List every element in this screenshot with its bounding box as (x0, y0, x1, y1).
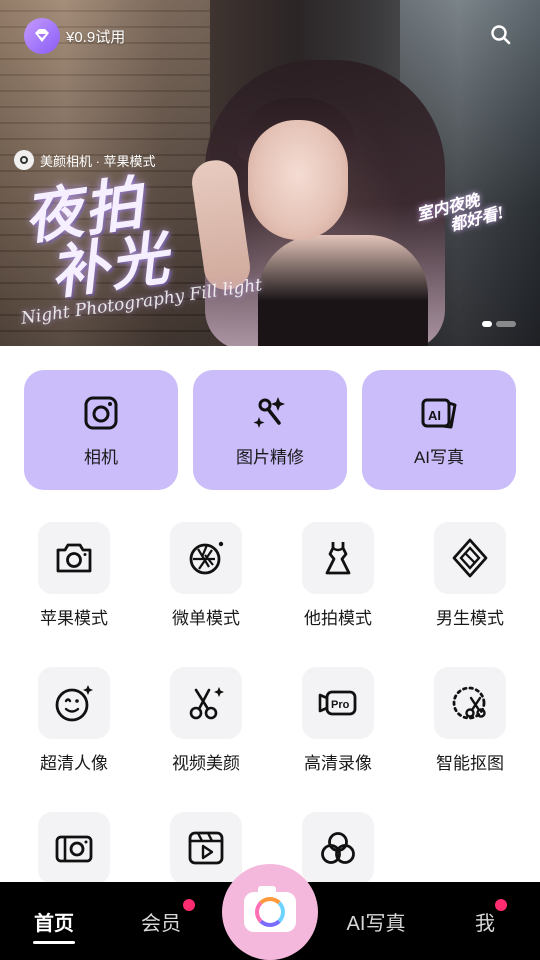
camera-card[interactable]: 相机 (24, 370, 178, 490)
retro-camera-icon (55, 835, 93, 863)
grid-tile: Pro (302, 667, 374, 739)
grid-tile (170, 812, 242, 884)
grid-tile (170, 667, 242, 739)
grid-tile (302, 812, 374, 884)
search-button[interactable] (490, 24, 512, 46)
tab-me-label: 我 (475, 912, 495, 935)
tab-active-indicator (33, 941, 75, 944)
camera-card-label: 相机 (84, 447, 118, 467)
grid-tile (38, 522, 110, 594)
camera-icon (84, 396, 118, 429)
retouch-card[interactable]: 图片精修 (193, 370, 347, 490)
banner-mode-tag: 美颜相机 · 苹果模式 (14, 149, 156, 171)
dress-icon (325, 542, 351, 575)
tab-home-label: 首页 (34, 912, 74, 935)
grid-tile (302, 522, 374, 594)
grid-tile (170, 522, 242, 594)
tab-ai-portrait-label: AI写真 (346, 912, 406, 935)
grid-item-label: 他拍模式 (304, 609, 372, 628)
grid-item-mirrorless-mode[interactable]: 微单模式 (156, 522, 256, 629)
grid-tile (38, 667, 110, 739)
tab-membership-label: 会员 (141, 912, 181, 935)
diamond-icon (452, 538, 488, 578)
ai-portrait-card[interactable]: AI AI写真 (362, 370, 516, 490)
banner-model-face (248, 120, 348, 240)
camera-lens-ring (255, 897, 285, 927)
video-clip-icon (188, 831, 224, 865)
grid-tile (38, 812, 110, 884)
notification-dot (495, 899, 507, 911)
svg-text:AI: AI (428, 408, 441, 423)
camera-small-icon (14, 150, 34, 170)
banner-mode-tag-label: 美颜相机 · 苹果模式 (40, 153, 156, 169)
pro-video-icon: Pro (318, 690, 357, 716)
app-root: ¥0.9试用 美颜相机 · 苹果模式 夜拍 补光 Night Photograp… (0, 0, 540, 960)
smile-face-icon (55, 685, 93, 722)
tab-ai-portrait[interactable]: AI写真 (336, 882, 416, 960)
banner-model-body (258, 235, 428, 346)
retouch-card-label: 图片精修 (236, 447, 304, 467)
ai-portrait-icon: AI (421, 398, 457, 428)
grid-item-label: 智能抠图 (436, 754, 504, 773)
carousel-dot-active (482, 321, 492, 327)
vip-trial-badge[interactable]: ¥0.9试用 (24, 18, 125, 54)
apple-camera-icon (56, 543, 92, 573)
aperture-icon (189, 541, 224, 575)
banner-headline: 夜拍 补光 (20, 169, 174, 308)
grid-item-label: 高清录像 (304, 754, 372, 773)
grid-item-video-beauty[interactable]: 视频美颜 (156, 667, 256, 774)
promo-banner[interactable]: ¥0.9试用 美颜相机 · 苹果模式 夜拍 补光 Night Photograp… (0, 0, 540, 346)
grid-item-apple-mode[interactable]: 苹果模式 (24, 522, 124, 629)
primary-feature-cards: 相机 图片精修 AI AI写真 (24, 370, 516, 490)
grid-item-smart-cutout[interactable]: 智能抠图 (420, 667, 520, 774)
camera-fab-icon (244, 886, 296, 932)
tab-me[interactable]: 我 (464, 882, 507, 960)
grid-item-hd-portrait[interactable]: 超清人像 (24, 667, 124, 774)
carousel-dot (496, 321, 516, 327)
search-icon (491, 25, 511, 45)
grid-tile (434, 522, 506, 594)
scissors-sparkle-icon (189, 687, 224, 720)
tab-membership[interactable]: 会员 (130, 882, 195, 960)
grid-item-hd-recording[interactable]: Pro 高清录像 (288, 667, 388, 774)
svg-text:Pro: Pro (331, 699, 350, 711)
grid-item-male-mode[interactable]: 男生模式 (420, 522, 520, 629)
grid-item-label: 超清人像 (40, 754, 108, 773)
cutout-scissors-icon (452, 686, 486, 720)
diamond-icon (24, 18, 60, 54)
notification-dot (183, 899, 195, 911)
vip-trial-label: ¥0.9试用 (66, 28, 126, 46)
ai-portrait-card-label: AI写真 (413, 447, 465, 467)
grid-item-label: 男生模式 (436, 609, 504, 628)
grid-item-label: 微单模式 (172, 609, 240, 628)
grid-tile (434, 667, 506, 739)
grid-item-label: 苹果模式 (40, 609, 108, 628)
grid-item-others-shoot-mode[interactable]: 他拍模式 (288, 522, 388, 629)
retouch-wand-icon (253, 396, 285, 428)
grid-item-label: 视频美颜 (172, 754, 240, 773)
carousel-indicator (482, 321, 516, 327)
camera-fab-button[interactable] (222, 864, 318, 960)
three-circles-icon (321, 832, 355, 864)
tab-home[interactable]: 首页 (24, 882, 84, 960)
